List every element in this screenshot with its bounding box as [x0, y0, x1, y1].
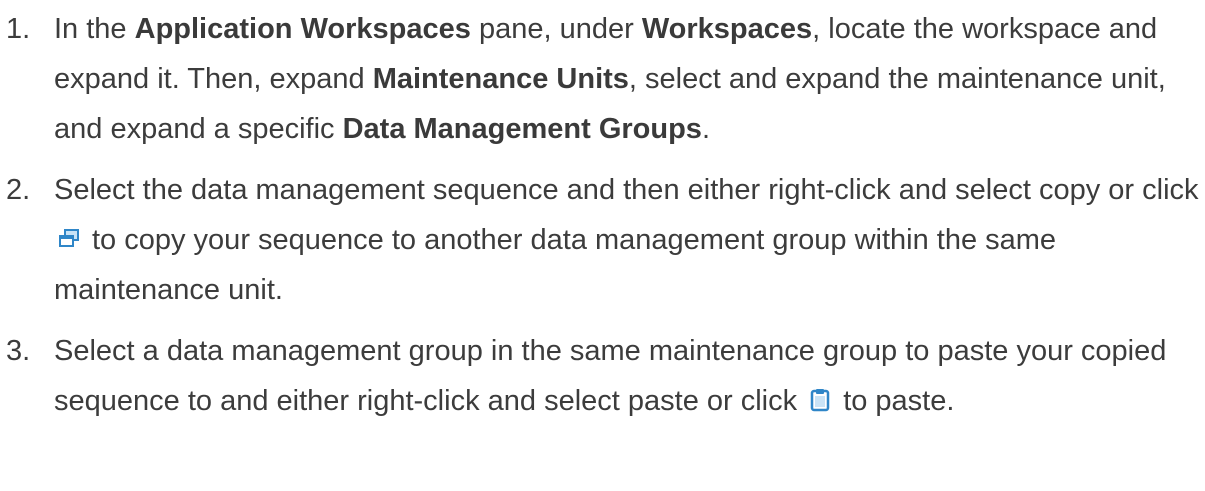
text-segment: In the [54, 13, 135, 45]
instruction-list: 1. In the Application Workspaces pane, u… [0, 4, 1205, 437]
ui-term-application-workspaces: Application Workspaces [134, 13, 471, 45]
text-segment: . [701, 113, 710, 145]
list-item-step-2: 2. Select the data management sequence a… [0, 165, 1205, 315]
list-item-step-1: 1. In the Application Workspaces pane, u… [0, 4, 1205, 154]
step-text: In the Application Workspaces pane, unde… [54, 13, 1166, 145]
step-number: 2. [6, 174, 31, 206]
text-segment: Select a data management group in the sa… [54, 335, 1167, 417]
list-item-step-3: 3. Select a data management group in the… [0, 326, 1205, 426]
text-segment: to copy your sequence to another data ma… [54, 224, 1057, 306]
step-number: 3. [6, 335, 31, 367]
ui-term-workspaces: Workspaces [641, 13, 813, 45]
text-segment: Select the data management sequence and … [54, 174, 1199, 206]
ui-term-data-management-groups: Data Management Groups [342, 113, 702, 145]
step-text: Select the data management sequence and … [54, 174, 1199, 306]
copy-icon [56, 218, 82, 247]
step-number: 1. [6, 13, 31, 45]
paste-icon [807, 379, 833, 412]
text-segment: pane, under [470, 13, 642, 45]
step-text: Select a data management group in the sa… [54, 335, 1166, 417]
text-segment: to paste. [843, 385, 955, 417]
ui-term-maintenance-units: Maintenance Units [372, 63, 629, 95]
